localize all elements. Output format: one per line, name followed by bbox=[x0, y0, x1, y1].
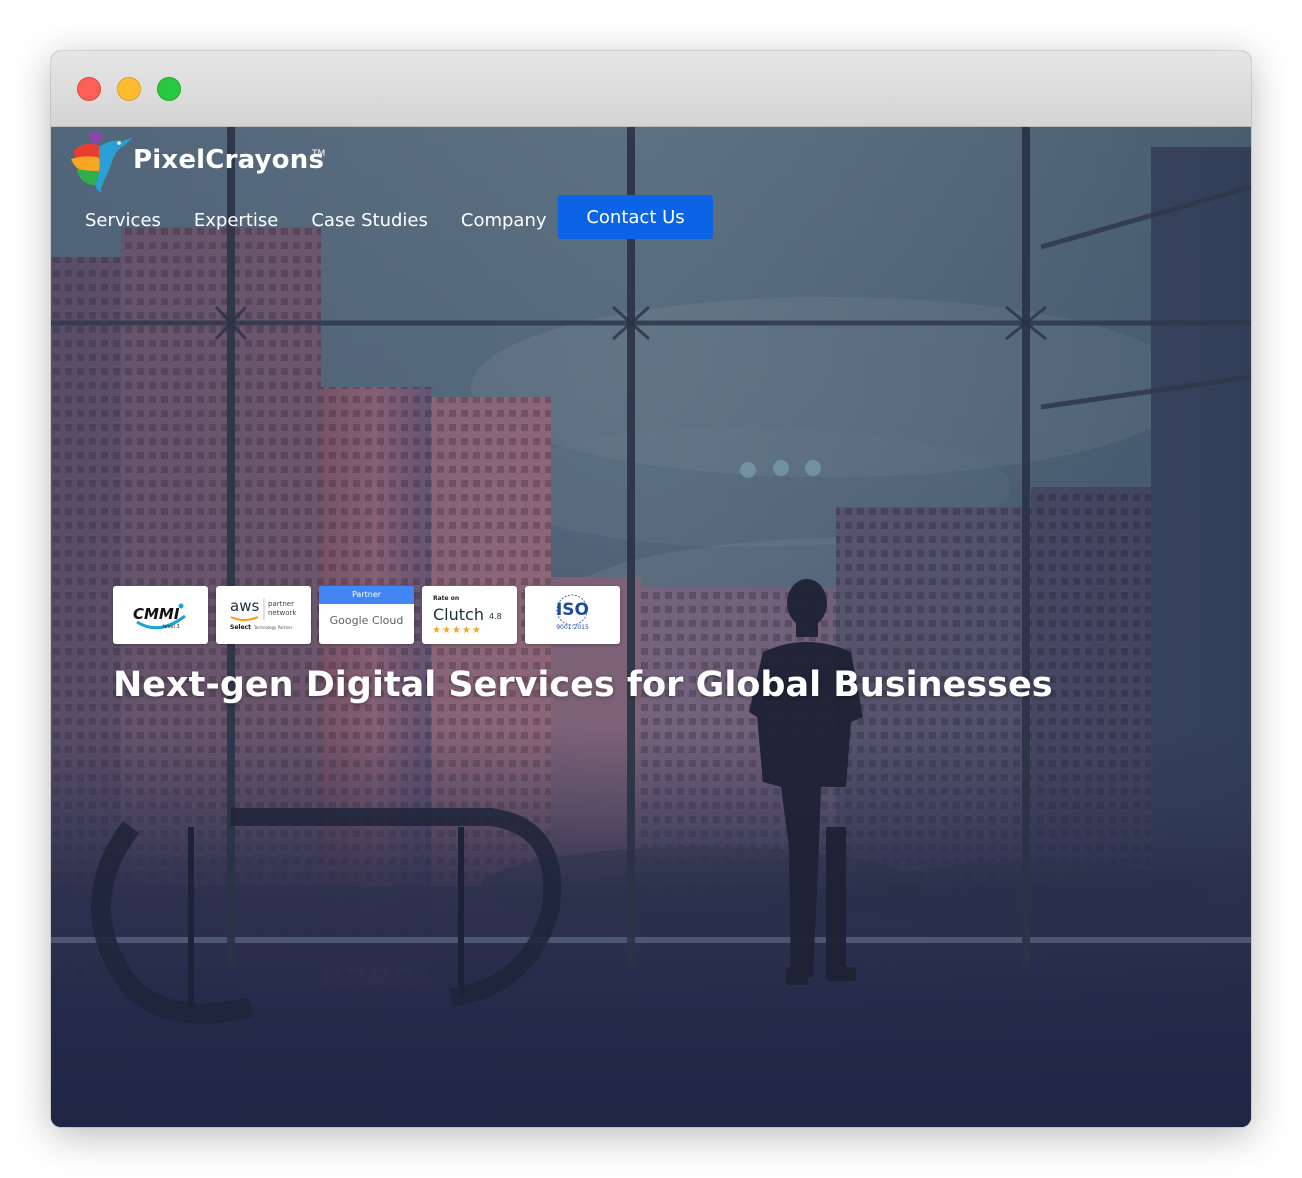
trademark-mark: TM bbox=[312, 149, 326, 159]
clutch-name: Clutch bbox=[433, 605, 484, 624]
hero-title: Next-gen Digital Services for Global Bus… bbox=[113, 665, 1053, 705]
aws-select-text: Select bbox=[230, 624, 251, 631]
browser-window: PixelCrayons TM Services Expertise Case … bbox=[51, 51, 1251, 1127]
google-partner-label: Partner bbox=[351, 590, 382, 599]
clutch-stars-icon: ★★★★★ bbox=[432, 625, 482, 636]
close-window-button[interactable] bbox=[77, 77, 101, 101]
aws-partner-text: partner bbox=[268, 600, 294, 608]
clutch-rating-badge[interactable]: Rate on Clutch 4.8 ★★★★★ bbox=[422, 586, 517, 644]
certification-badges: CMMI level 3 aws partner network Select … bbox=[113, 586, 628, 644]
hummingbird-logo-icon bbox=[71, 131, 133, 193]
google-cloud-partner-badge[interactable]: Partner Google Cloud bbox=[319, 586, 414, 644]
google-cloud-label: Google Cloud bbox=[329, 614, 404, 627]
aws-smile-icon bbox=[230, 598, 265, 621]
cmmi-badge[interactable]: CMMI level 3 bbox=[113, 586, 208, 644]
nav-item-case-studies[interactable]: Case Studies bbox=[311, 210, 428, 231]
minimize-window-button[interactable] bbox=[117, 77, 141, 101]
window-titlebar bbox=[51, 51, 1251, 127]
page-content: PixelCrayons TM Services Expertise Case … bbox=[51, 127, 1251, 1127]
clutch-rating: 4.8 bbox=[489, 612, 502, 621]
clutch-rate-on: Rate on bbox=[433, 595, 460, 602]
iso-standard: 9001:2015 bbox=[556, 624, 589, 631]
nav-item-company[interactable]: Company bbox=[461, 210, 547, 231]
aws-network-text: network bbox=[268, 609, 297, 617]
iso-title: ISO bbox=[555, 600, 590, 620]
brand-name: PixelCrayons bbox=[133, 145, 325, 175]
brand-logo[interactable]: PixelCrayons TM bbox=[69, 127, 329, 197]
aws-tech-partner-text: Technology Partner bbox=[254, 625, 293, 630]
contact-us-button[interactable]: Contact Us bbox=[558, 195, 713, 239]
maximize-window-button[interactable] bbox=[157, 77, 181, 101]
cmmi-level: level 3 bbox=[163, 624, 180, 630]
aws-partner-badge[interactable]: aws partner network Select Technology Pa… bbox=[216, 586, 311, 644]
iso-certification-badge[interactable]: ISO 9001:2015 bbox=[525, 586, 620, 644]
nav-item-services[interactable]: Services bbox=[85, 210, 161, 231]
nav-item-expertise[interactable]: Expertise bbox=[194, 210, 278, 231]
cmmi-title: CMMI bbox=[133, 605, 180, 623]
main-nav: Services Expertise Case Studies Company bbox=[85, 205, 580, 235]
